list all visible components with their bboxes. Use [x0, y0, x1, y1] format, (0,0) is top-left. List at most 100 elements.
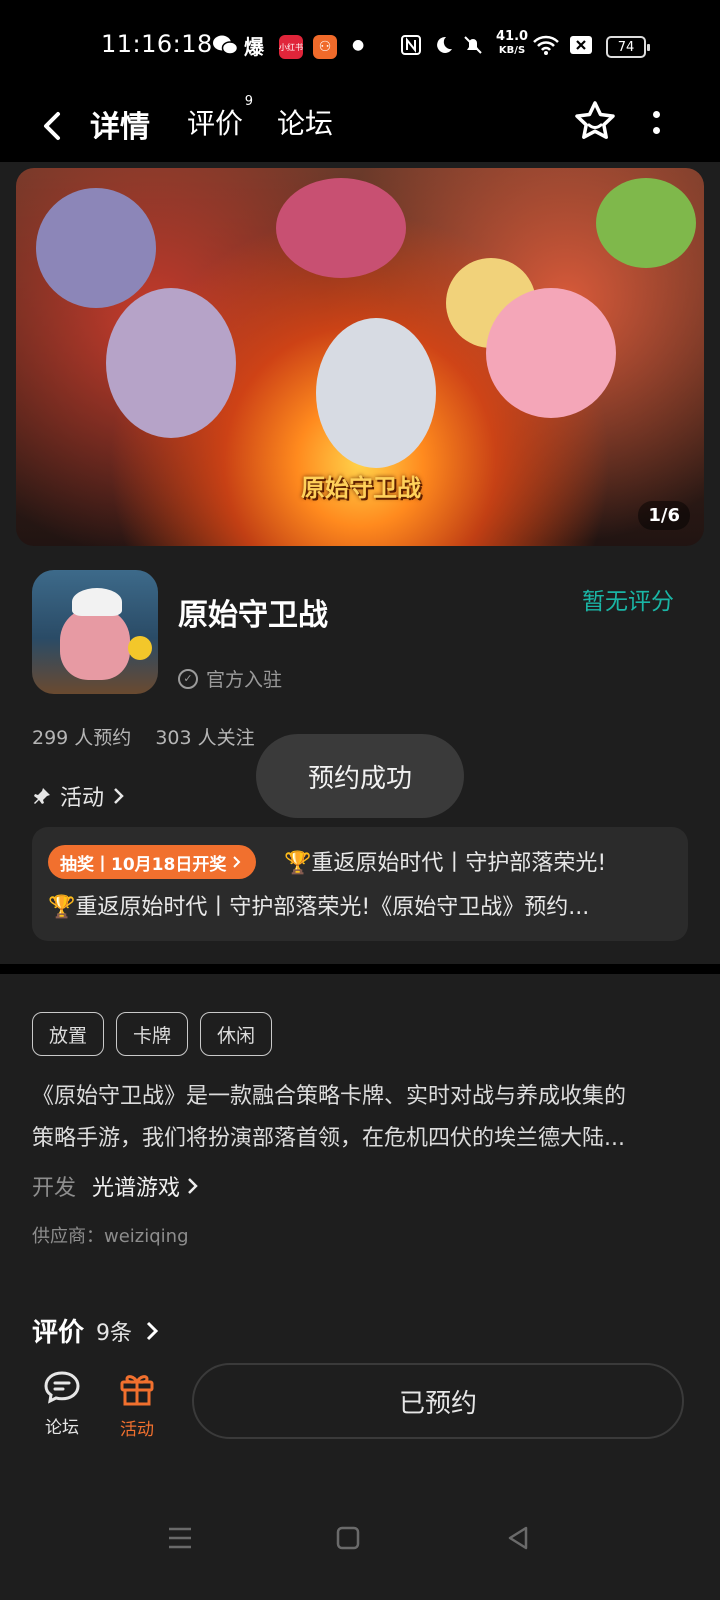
xiaohongshu-icon: 小红书	[279, 35, 303, 59]
chevron-right-icon	[146, 1321, 159, 1340]
favorite-button[interactable]	[572, 98, 618, 144]
battery-indicator: 74	[606, 36, 650, 58]
forum-shortcut[interactable]: 论坛	[32, 1369, 92, 1438]
tab-reviews-count-badge: 9	[244, 94, 254, 109]
square-icon	[336, 1526, 360, 1550]
wechat-icon	[212, 32, 238, 58]
developer-link: 光谱游戏	[92, 1170, 200, 1202]
star-icon	[575, 101, 615, 139]
no-sim-icon	[569, 32, 593, 58]
network-speed-unit: KB/S	[498, 45, 526, 56]
verified-check-icon: ✓	[178, 668, 198, 689]
lottery-tag-label: 抽奖丨10月18日开奖	[60, 854, 227, 875]
tab-reviews-label: 评价	[187, 107, 244, 140]
rating-status: 暂无评分	[582, 589, 674, 615]
section-divider	[0, 964, 720, 974]
app-notification-icon: ⚇	[313, 35, 337, 59]
activity-title: 🏆重返原始时代丨守护部落荣光!	[284, 845, 606, 877]
more-dot-icon	[652, 126, 660, 134]
chevron-right-icon	[188, 1178, 198, 1194]
activity-title-text: 重返原始时代丨守护部落荣光!	[311, 851, 607, 876]
screenshot-carousel[interactable]: 原始守卫战 1/6	[16, 168, 704, 546]
forum-shortcut-label: 论坛	[45, 1418, 79, 1438]
character-art	[486, 288, 616, 418]
chat-bubble-icon	[44, 1371, 80, 1404]
official-label: 官方入驻	[206, 669, 283, 691]
more-options-button[interactable]	[644, 102, 668, 142]
home-button[interactable]	[328, 1518, 368, 1558]
developer-row[interactable]: 开发 光谱游戏	[32, 1170, 200, 1202]
character-art	[596, 178, 696, 268]
character-art	[36, 188, 156, 308]
toast-message: 预约成功	[256, 734, 464, 818]
tab-details[interactable]: 详情	[86, 102, 154, 148]
game-description[interactable]: 《原始守卫战》是一款融合策略卡牌、实时对战与养成收集的 策略手游，我们将扮演部落…	[32, 1076, 688, 1160]
official-badge: ✓ 官方入驻	[178, 665, 282, 692]
back-button[interactable]	[36, 104, 72, 148]
chevron-right-icon	[114, 788, 124, 804]
tab-reviews[interactable]: 评价 9	[187, 94, 253, 142]
activity-summary-text: 重返原始时代丨守护部落荣光!《原始守卫战》预约...	[75, 895, 590, 920]
system-navigation-bar	[0, 1480, 720, 1600]
gift-icon	[120, 1375, 154, 1406]
app-icon	[32, 570, 158, 694]
description-line: 《原始守卫战》是一款融合策略卡牌、实时对战与养成收集的	[32, 1084, 627, 1109]
developer-name: 光谱游戏	[92, 1176, 181, 1201]
lottery-tag: 抽奖丨10月18日开奖	[48, 845, 257, 879]
trophy-icon: 🏆	[284, 851, 312, 876]
wifi-icon	[532, 32, 560, 58]
trophy-icon: 🏆	[48, 895, 76, 920]
reviews-count: 9条	[96, 1320, 133, 1346]
menu-lines-icon	[169, 1527, 191, 1549]
app-stats: 299 人预约 303 人关注	[32, 723, 255, 750]
activity-shortcut[interactable]: 活动	[107, 1369, 167, 1440]
supplier-info: 供应商：weiziqing	[32, 1226, 189, 1247]
bottom-action-bar: 论坛 活动 已预约	[0, 1357, 720, 1457]
activity-section-link[interactable]: 活动	[32, 780, 126, 812]
tab-details-label: 详情	[90, 110, 150, 145]
network-speed: 41.0 KB/S	[496, 30, 528, 58]
character-art	[276, 178, 406, 278]
nfc-icon	[400, 32, 422, 58]
character-art	[316, 318, 436, 468]
activity-section-label: 活动	[60, 786, 105, 811]
muted-bell-icon	[462, 32, 484, 58]
tab-forum-label: 论坛	[277, 107, 334, 140]
system-back-button[interactable]	[498, 1518, 538, 1558]
app-title: 原始守卫战	[178, 598, 328, 633]
developer-label: 开发	[32, 1176, 77, 1201]
top-nav: 详情 评价 9 论坛	[0, 92, 720, 162]
status-time: 11:16:18	[101, 30, 213, 58]
carousel-counter: 1/6	[638, 501, 690, 530]
network-speed-value: 41.0	[496, 29, 529, 44]
game-logo: 原始守卫战	[301, 474, 421, 502]
more-dot-icon	[652, 110, 660, 118]
genre-tag[interactable]: 放置	[32, 1012, 105, 1056]
pin-icon	[34, 788, 50, 804]
reviews-section-link[interactable]: 评价 9条	[32, 1312, 160, 1349]
genre-tag[interactable]: 卡牌	[116, 1012, 189, 1056]
app-icon-character	[60, 608, 130, 680]
reserved-button[interactable]: 已预约	[192, 1363, 684, 1439]
reservation-count: 299 人预约	[32, 727, 132, 749]
description-line: 策略手游，我们将扮演部落首领，在危机四伏的埃兰德大陆...	[32, 1126, 625, 1151]
genre-tags: 放置 卡牌 休闲	[32, 1012, 273, 1056]
back-arrow-icon	[44, 112, 60, 140]
do-not-disturb-moon-icon	[432, 32, 454, 58]
genre-tag[interactable]: 休闲	[200, 1012, 273, 1056]
character-art	[106, 288, 236, 438]
detail-content: 原始守卫战 1/6 原始守卫战 ✓ 官方入驻 暂无评分 299 人预约 303 …	[0, 162, 720, 1600]
follower-count: 303 人关注	[155, 727, 255, 749]
chevron-right-icon	[233, 856, 241, 868]
more-notifications-dot: ●	[352, 37, 365, 53]
app-icon-bird	[128, 636, 152, 660]
activity-card[interactable]: 抽奖丨10月18日开奖 🏆重返原始时代丨守护部落荣光! 🏆重返原始时代丨守护部落…	[32, 827, 688, 941]
reviews-title: 评价	[32, 1318, 85, 1348]
hot-news-icon: 爆	[244, 34, 264, 59]
activity-summary: 🏆重返原始时代丨守护部落荣光!《原始守卫战》预约...	[48, 889, 678, 921]
app-icon-hat	[72, 588, 122, 616]
triangle-back-icon	[508, 1526, 528, 1550]
tab-forum[interactable]: 论坛	[277, 102, 333, 142]
recent-apps-button[interactable]	[160, 1518, 200, 1558]
activity-shortcut-label: 活动	[120, 1420, 154, 1440]
